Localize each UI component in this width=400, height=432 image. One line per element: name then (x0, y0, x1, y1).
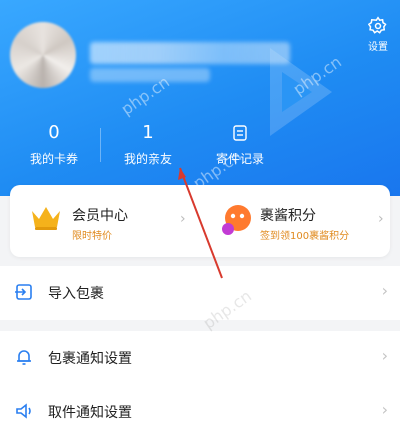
annotation-pointer (178, 167, 223, 279)
